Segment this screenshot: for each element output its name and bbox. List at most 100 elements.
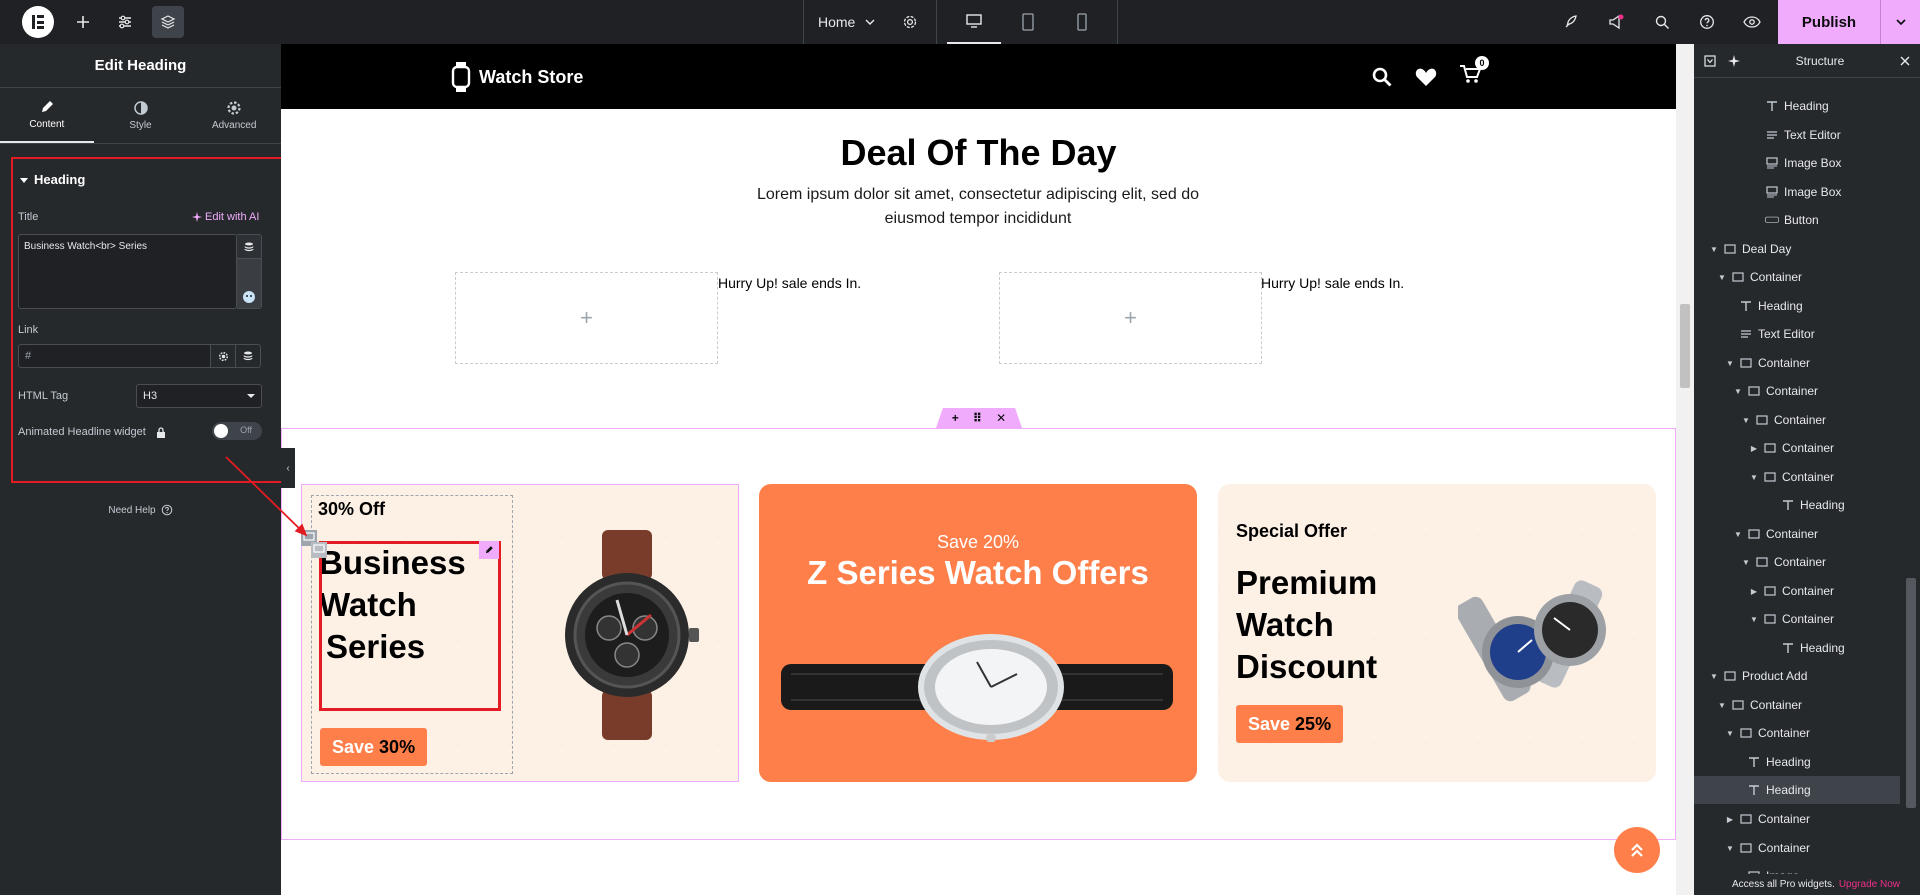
expand-arrow-icon[interactable]: ▶ <box>1750 587 1758 596</box>
structure-node[interactable]: Image Box <box>1694 149 1900 177</box>
rocket-icon[interactable] <box>1558 0 1584 44</box>
empty-widget-placeholder[interactable]: + <box>455 272 718 364</box>
tab-style[interactable]: Style <box>94 88 188 143</box>
html-tag-select[interactable]: H3 <box>136 384 262 408</box>
structure-node[interactable]: ▼ Container <box>1694 520 1900 548</box>
scrollbar-thumb[interactable] <box>1906 578 1916 808</box>
scroll-to-top-button[interactable] <box>1614 827 1660 873</box>
save-badge-button[interactable]: Save 25% <box>1236 705 1344 743</box>
structure-node[interactable]: ▼ Container <box>1694 605 1900 633</box>
cart-button[interactable]: 0 <box>1459 56 1489 89</box>
tablet-view-icon[interactable] <box>1001 0 1055 44</box>
structure-node[interactable]: Button <box>1694 206 1900 234</box>
structure-node[interactable]: Image Box <box>1694 178 1900 206</box>
ai-assistant-icon[interactable] <box>237 259 261 308</box>
collapse-arrow-icon[interactable]: ▼ <box>1718 273 1726 282</box>
collapse-arrow-icon[interactable]: ▼ <box>1710 245 1718 254</box>
container-icon <box>1763 472 1777 483</box>
tab-content[interactable]: Content <box>0 88 94 143</box>
link-dynamic-tags-icon[interactable] <box>236 344 261 368</box>
scrollbar-thumb[interactable] <box>1680 304 1690 388</box>
structure-node[interactable]: ▶ Container <box>1694 577 1900 605</box>
edit-with-ai-link[interactable]: Edit with AI <box>192 211 259 223</box>
structure-scrollbar[interactable] <box>1902 78 1920 874</box>
heart-icon[interactable] <box>1415 67 1437 87</box>
structure-node[interactable]: ▼ Container <box>1694 463 1900 491</box>
close-icon[interactable] <box>1900 56 1910 66</box>
expand-arrow-icon[interactable]: ▶ <box>1750 444 1758 453</box>
structure-node[interactable]: ▼ Container <box>1694 377 1900 405</box>
container-icon <box>1731 700 1745 711</box>
page-selector[interactable]: Home <box>818 0 875 44</box>
desktop-view-icon[interactable] <box>947 0 1001 44</box>
add-section-icon[interactable]: + <box>952 411 959 425</box>
structure-node[interactable]: Heading <box>1694 292 1900 320</box>
section-heading-toggle[interactable]: Heading <box>20 172 85 187</box>
preview-eye-icon[interactable] <box>1739 0 1765 44</box>
ai-sparkle-icon[interactable] <box>1728 54 1740 67</box>
mobile-view-icon[interactable] <box>1055 0 1109 44</box>
structure-node[interactable]: ▼ Container <box>1694 834 1900 862</box>
collapse-arrow-icon[interactable]: ▼ <box>1726 844 1734 853</box>
title-dynamic-tags <box>237 234 262 309</box>
structure-node[interactable]: Heading <box>1694 491 1900 519</box>
structure-node[interactable]: ▼ Product Add <box>1694 662 1900 690</box>
structure-node[interactable]: ▼ Container <box>1694 548 1900 576</box>
structure-node[interactable]: ▼ Container <box>1694 263 1900 291</box>
collapse-arrow-icon[interactable]: ▼ <box>1726 359 1734 368</box>
dynamic-tags-icon[interactable] <box>237 235 261 259</box>
collapse-arrow-icon[interactable]: ▼ <box>1734 530 1742 539</box>
collapse-arrow-icon[interactable]: ▼ <box>1710 672 1718 681</box>
delete-section-icon[interactable]: ✕ <box>996 411 1006 425</box>
section-handle[interactable]: + ⠿ ✕ <box>936 408 1022 428</box>
promo-card-z-series: Save 20% Z Series Watch Offers <box>759 484 1197 782</box>
structure-layers-icon[interactable] <box>152 6 184 38</box>
edit-widget-pencil-icon[interactable] <box>479 541 499 559</box>
help-icon[interactable] <box>1694 0 1720 44</box>
search-icon[interactable] <box>1371 66 1393 88</box>
link-options-gear-icon[interactable] <box>211 344 236 368</box>
upgrade-now-link[interactable]: Upgrade Now <box>1839 879 1900 890</box>
structure-node[interactable]: Image <box>1694 862 1900 874</box>
collapse-arrow-icon[interactable]: ▼ <box>1742 416 1750 425</box>
structure-node[interactable]: Heading <box>1694 92 1900 120</box>
empty-widget-placeholder[interactable]: + <box>999 272 1262 364</box>
structure-node[interactable]: Heading <box>1694 776 1900 804</box>
structure-node[interactable]: Text Editor <box>1694 121 1900 149</box>
animated-headline-toggle[interactable]: Off <box>212 422 262 440</box>
collapse-arrow-icon[interactable]: ▼ <box>1742 558 1750 567</box>
structure-node[interactable]: ▼ Container <box>1694 691 1900 719</box>
notifications-megaphone-icon[interactable] <box>1603 0 1629 44</box>
page-settings-gear-icon[interactable] <box>897 0 923 44</box>
collapse-arrow-icon[interactable]: ▼ <box>1718 701 1726 710</box>
link-input[interactable]: # <box>18 344 211 368</box>
structure-node[interactable]: Heading <box>1694 748 1900 776</box>
collapse-arrow-icon[interactable]: ▼ <box>1726 729 1734 738</box>
structure-node[interactable]: ▼ Container <box>1694 719 1900 747</box>
collapse-arrow-icon[interactable]: ▼ <box>1750 473 1758 482</box>
canvas-scrollbar[interactable] <box>1676 44 1694 895</box>
tab-advanced[interactable]: Advanced <box>187 88 281 143</box>
structure-node[interactable]: Heading <box>1694 634 1900 662</box>
save-badge-button[interactable]: Save 30% <box>320 728 428 766</box>
structure-node[interactable]: ▼ Deal Day <box>1694 235 1900 263</box>
collapse-arrow-icon[interactable]: ▼ <box>1734 387 1742 396</box>
site-brand[interactable]: Watch Store <box>451 62 583 92</box>
elementor-logo-icon[interactable] <box>22 6 54 38</box>
collapse-arrow-icon[interactable]: ▼ <box>1750 615 1758 624</box>
structure-node[interactable]: Text Editor <box>1694 320 1900 348</box>
structure-node[interactable]: ▶ Container <box>1694 434 1900 462</box>
structure-node[interactable]: ▼ Container <box>1694 349 1900 377</box>
structure-node[interactable]: ▼ Container <box>1694 406 1900 434</box>
structure-node[interactable]: ▶ Container <box>1694 805 1900 833</box>
site-settings-icon[interactable] <box>112 0 138 44</box>
drag-handle-icon[interactable]: ⠿ <box>973 411 982 425</box>
selected-heading-outline[interactable] <box>319 541 501 711</box>
title-textarea[interactable]: Business Watch<br> Series <box>18 234 237 309</box>
search-icon[interactable] <box>1649 0 1675 44</box>
expand-arrow-icon[interactable]: ▶ <box>1726 815 1734 824</box>
publish-options-chevron-icon[interactable] <box>1880 0 1920 44</box>
publish-button[interactable]: Publish <box>1778 0 1920 44</box>
add-element-icon[interactable] <box>70 0 96 44</box>
collapse-all-icon[interactable] <box>1704 54 1716 67</box>
